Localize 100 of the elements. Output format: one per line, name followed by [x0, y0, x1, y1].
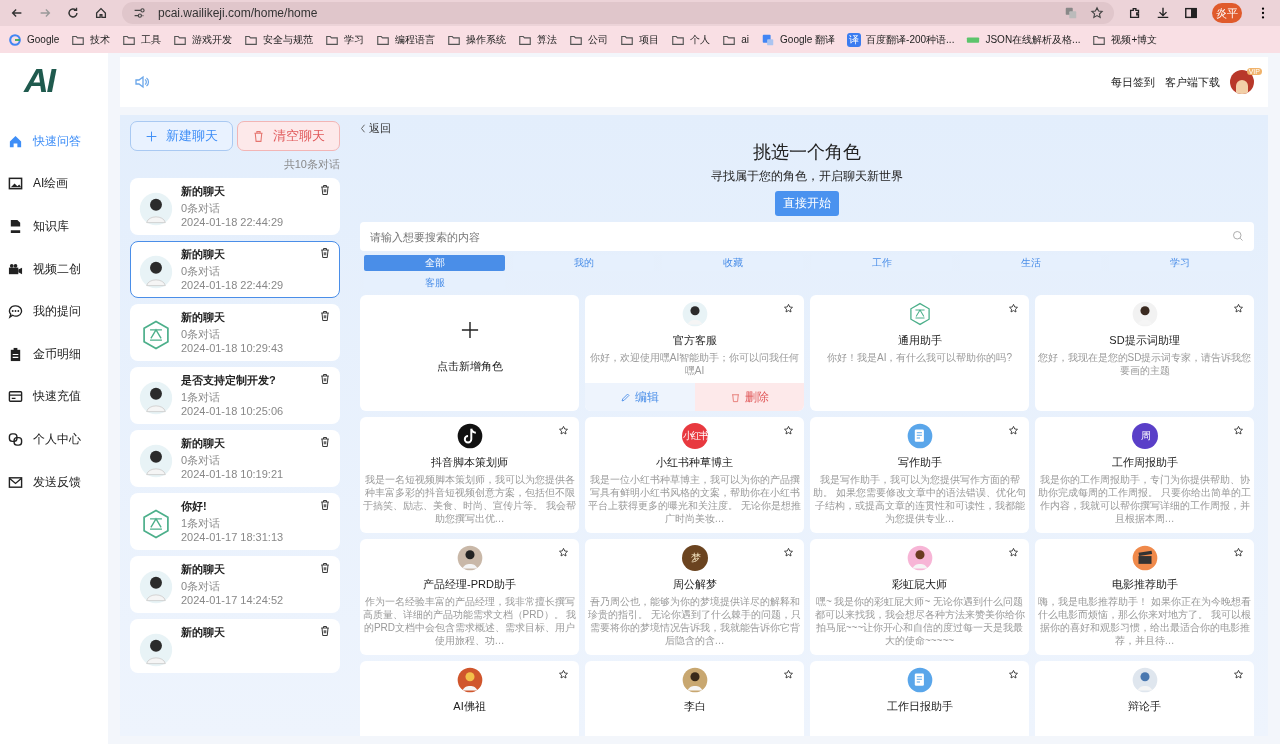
sidepanel-icon[interactable]: [1184, 6, 1198, 20]
star-icon[interactable]: [1233, 303, 1244, 314]
nav-item[interactable]: 视频二创: [0, 247, 89, 291]
nav-label[interactable]: 快速问答: [33, 132, 81, 150]
bookmark-label[interactable]: 个人: [690, 32, 711, 47]
page-subtitle: 寻找属于您的角色，开启聊天新世界: [711, 168, 903, 185]
star-icon[interactable]: [1233, 547, 1244, 558]
nav-item[interactable]: 快速问答: [0, 120, 89, 163]
role-card[interactable]: 电影推荐助手 嗨，我是电影推荐助手！ 如果你正在为今晚想看什么电影而烦恼，那么你来对地方了。 我可以根据你的喜好和观影习惯，给出最适合你的电影推荐，并且待…: [1035, 539, 1254, 655]
role-name: 写作助手: [897, 455, 942, 470]
star-icon[interactable]: [558, 425, 569, 436]
role-card[interactable]: AI佛祖: [360, 661, 579, 736]
nav-label[interactable]: 我的提问: [33, 303, 81, 321]
header-link[interactable]: 每日签到: [1111, 74, 1155, 90]
bookmark-label[interactable]: ai: [741, 34, 750, 45]
bookmark-label[interactable]: 公司: [588, 32, 609, 47]
bookmark-label[interactable]: 项目: [639, 32, 660, 47]
delete-icon[interactable]: [319, 436, 331, 448]
star-icon[interactable]: [558, 669, 569, 680]
bookmark-label[interactable]: 工具: [141, 32, 162, 47]
chat-item[interactable]: 新的聊天 0条对话 2024-01-18 10:19:21: [130, 430, 340, 487]
translate-icon: [761, 32, 776, 47]
star-icon[interactable]: [558, 547, 569, 558]
address-bar[interactable]: pcai.wailikeji.com/home/home: [122, 2, 1114, 24]
search-field[interactable]: 请输入想要搜索的内容: [360, 222, 1254, 251]
nav-item[interactable]: 知识库: [0, 205, 77, 248]
profile-avatar[interactable]: 炎平: [1212, 3, 1242, 23]
star-icon[interactable]: [1008, 303, 1019, 314]
link-icon: [8, 431, 23, 447]
nav-item[interactable]: 快速充值: [0, 375, 89, 419]
role-card[interactable]: 工作日报助手: [810, 661, 1029, 736]
role-card[interactable]: 周 工作周报助手 我是你的工作周报助手，专门为你提供帮助、协助你完成每周的工作周报。 只要你给出简单的工作内容，我就可以帮你撰写详细的工作周报，并且根据本周…: [1035, 417, 1254, 533]
home-icon[interactable]: [94, 6, 108, 20]
bookmark-label[interactable]: 操作系统: [466, 32, 507, 47]
bookmark-label[interactable]: 百度翻译-200种语...: [866, 32, 955, 47]
bookmark-label[interactable]: 视频+博文: [1111, 32, 1158, 47]
chat-item[interactable]: 新的聊天 0条对话 2024-01-18 22:44:29: [130, 241, 340, 298]
nav-item[interactable]: 金币明细: [0, 332, 89, 376]
star-icon[interactable]: [1233, 425, 1244, 436]
role-card[interactable]: 李白: [585, 661, 804, 736]
role-name: 抖音脚本策划师: [431, 455, 508, 470]
star-icon[interactable]: [1008, 669, 1019, 680]
star-icon[interactable]: [1008, 425, 1019, 436]
download-icon[interactable]: [1156, 6, 1170, 20]
star-icon[interactable]: [783, 425, 794, 436]
back-icon[interactable]: [10, 6, 24, 20]
extensions-icon[interactable]: [1128, 6, 1142, 20]
bookmark-label[interactable]: Google: [27, 34, 60, 45]
message-count: 0条对话: [181, 201, 222, 215]
star-icon[interactable]: [1233, 669, 1244, 680]
chat-item[interactable]: 新的聊天 0条对话 2024-01-18 10:29:43: [130, 304, 340, 361]
delete-icon[interactable]: [319, 562, 331, 574]
role-name: 工作日报助手: [886, 699, 953, 714]
nav-label[interactable]: 知识库: [33, 218, 69, 235]
bookmark-label[interactable]: 游戏开发: [192, 32, 233, 47]
nav-label[interactable]: 个人中心: [33, 430, 81, 448]
delete-icon[interactable]: [319, 247, 331, 259]
chat-item[interactable]: 新的聊天 0条对话 2024-01-18 22:44:29: [130, 178, 340, 235]
chat-item[interactable]: 新的聊天: [130, 619, 340, 673]
nav-item[interactable]: 个人中心: [0, 418, 89, 461]
nav-label[interactable]: 金币明细: [33, 345, 81, 363]
nav-item[interactable]: 我的提问: [0, 290, 89, 333]
delete-icon[interactable]: [319, 184, 331, 196]
delete-icon[interactable]: [319, 310, 331, 322]
bookmark-label[interactable]: 技术: [90, 32, 111, 47]
delete-icon[interactable]: [319, 499, 331, 511]
nav-label[interactable]: AI绘画: [33, 175, 69, 193]
delete-icon[interactable]: [319, 373, 331, 385]
plus-icon: [460, 321, 479, 339]
role-card[interactable]: 梦 周公解梦 吾乃周公也，能够为你的梦境提供详尽的解释和珍贵的指引。 无论你遇到了什么棘手的问题，只需要将你的梦境情况告诉我，我就能告诉你它背后隐含的含…: [585, 539, 804, 655]
bookmark-label[interactable]: 编程语言: [395, 32, 436, 47]
chat-item[interactable]: 你好! 1条对话 2024-01-17 18:31:13: [130, 493, 340, 550]
chat-item[interactable]: 新的聊天 0条对话 2024-01-17 14:24:52: [130, 556, 340, 613]
role-card[interactable]: 通用助手 你好！我是AI，有什么我可以帮助你的吗?: [810, 295, 1029, 411]
star-icon[interactable]: [1008, 547, 1019, 558]
bookmark-label[interactable]: Google 翻译: [780, 32, 836, 47]
chat-item[interactable]: 是否支持定制开发? 1条对话 2024-01-18 10:25:06: [130, 367, 340, 424]
role-card[interactable]: 辩论手: [1035, 661, 1254, 736]
bookmark-label[interactable]: 算法: [537, 32, 558, 47]
role-card[interactable]: 官方客服 你好，欢迎使用嘿AI智能助手；你可以问我任何嘿AI 编辑 删除: [585, 295, 804, 411]
star-icon[interactable]: [783, 669, 794, 680]
star-icon[interactable]: [783, 303, 794, 314]
nav-label[interactable]: 发送反馈: [33, 473, 81, 491]
nav-item[interactable]: 发送反馈: [0, 460, 89, 504]
delete-icon[interactable]: [319, 625, 331, 637]
bookmark-label[interactable]: JSON在线解析及格...: [985, 32, 1081, 47]
star-icon[interactable]: [1090, 6, 1104, 20]
site-settings-icon[interactable]: [132, 6, 146, 20]
nav-label[interactable]: 快速充值: [33, 388, 81, 406]
bookmark-label[interactable]: 学习: [344, 32, 365, 47]
nav-item[interactable]: AI绘画: [0, 162, 77, 206]
bookmark-label[interactable]: 安全与规范: [263, 32, 314, 47]
star-icon[interactable]: [783, 547, 794, 558]
role-card[interactable]: 写作助手 我是写作助手，我可以为您提供写作方面的帮助。 如果您需要修改文章中的语法错误、优化句子结构，或提高文章的连贯性和可读性，我都能为您提供专业…: [810, 417, 1029, 533]
role-card[interactable]: SD提示词助理 您好，我现在是您的SD提示词专家，请告诉我您要画的主题: [1035, 295, 1254, 411]
header-link[interactable]: 客户端下载: [1165, 74, 1220, 90]
role-card[interactable]: 点击新增角色: [360, 295, 579, 411]
back-link[interactable]: 返回: [360, 121, 391, 136]
nav-label[interactable]: 视频二创: [33, 260, 81, 278]
reload-icon[interactable]: [66, 6, 80, 20]
